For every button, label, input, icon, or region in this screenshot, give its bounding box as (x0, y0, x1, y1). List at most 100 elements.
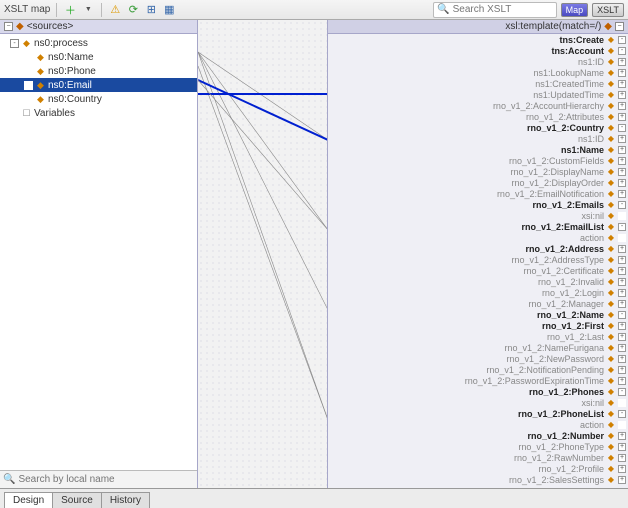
target-node[interactable]: tns:Create◆- (328, 34, 628, 45)
toggle-icon[interactable]: - (618, 223, 626, 231)
target-node[interactable]: rno_v1_2:Emails◆- (328, 199, 628, 210)
target-node[interactable]: rno_v1_2:EmailList◆- (328, 221, 628, 232)
warning-icon[interactable]: ⚠ (108, 3, 122, 17)
target-node[interactable]: rno_v1_2:Attributes◆+ (328, 111, 628, 122)
tree-icon[interactable]: ⊞ (144, 3, 158, 17)
target-node[interactable]: rno_v1_2:Number◆+ (328, 430, 628, 441)
target-node[interactable]: rno_v1_2:SalesSettings◆+ (328, 474, 628, 485)
toggle-icon[interactable]: + (618, 476, 626, 484)
toggle-icon[interactable]: + (618, 135, 626, 143)
target-node[interactable]: rno_v1_2:PasswordExpirationTime◆+ (328, 375, 628, 386)
target-node[interactable]: ns1:ID◆+ (328, 133, 628, 144)
toggle-icon[interactable] (618, 234, 626, 242)
toggle-icon[interactable]: + (618, 58, 626, 66)
toggle-icon[interactable] (24, 53, 33, 62)
toggle-icon[interactable]: + (618, 157, 626, 165)
toggle-icon[interactable]: + (618, 278, 626, 286)
target-node[interactable]: rno_v1_2:ServiceSettings◆+ (328, 485, 628, 486)
toggle-icon[interactable]: + (618, 267, 626, 275)
toggle-icon[interactable]: + (618, 113, 626, 121)
target-node[interactable]: rno_v1_2:AccountHierarchy◆+ (328, 100, 628, 111)
toggle-icon[interactable]: + (618, 432, 626, 440)
toggle-icon[interactable]: - (618, 410, 626, 418)
target-node[interactable]: ns1:Name◆+ (328, 144, 628, 155)
toggle-icon[interactable]: + (618, 355, 626, 363)
target-node[interactable]: rno_v1_2:Address◆+ (328, 243, 628, 254)
source-node[interactable]: ☐Variables (0, 106, 197, 120)
toggle-icon[interactable] (618, 421, 626, 429)
left-search[interactable]: 🔍 (0, 470, 197, 488)
target-node[interactable]: action◆ (328, 419, 628, 430)
collapse-icon[interactable]: − (615, 22, 624, 31)
toggle-icon[interactable]: - (618, 311, 626, 319)
target-tree[interactable]: tns:Create◆-tns:Account◆-ns1:ID◆+ns1:Loo… (328, 34, 628, 486)
toggle-icon[interactable]: + (618, 300, 626, 308)
top-search[interactable]: 🔍 (433, 2, 556, 18)
target-node[interactable]: tns:Account◆- (328, 45, 628, 56)
target-node[interactable]: rno_v1_2:First◆+ (328, 320, 628, 331)
toggle-icon[interactable]: + (618, 289, 626, 297)
toggle-icon[interactable]: - (618, 47, 626, 55)
toggle-icon[interactable] (618, 212, 626, 220)
collapse-icon[interactable]: − (4, 22, 13, 31)
toggle-icon[interactable]: + (618, 245, 626, 253)
toggle-icon[interactable]: + (618, 190, 626, 198)
target-node[interactable]: ns1:CreatedTime◆+ (328, 78, 628, 89)
target-node[interactable]: ns1:UpdatedTime◆+ (328, 89, 628, 100)
toggle-icon[interactable]: - (618, 36, 626, 44)
toggle-icon[interactable]: - (618, 201, 626, 209)
toggle-icon[interactable]: - (618, 124, 626, 132)
tab-source[interactable]: Source (52, 492, 102, 508)
target-node[interactable]: action◆ (328, 232, 628, 243)
source-node[interactable]: -◆ns0:process (0, 36, 197, 50)
tab-design[interactable]: Design (4, 492, 53, 508)
target-node[interactable]: xsi:nil◆ (328, 210, 628, 221)
toggle-icon[interactable]: - (10, 39, 19, 48)
toggle-icon[interactable]: + (618, 377, 626, 385)
toggle-icon[interactable]: + (618, 443, 626, 451)
target-node[interactable]: rno_v1_2:Manager◆+ (328, 298, 628, 309)
toggle-icon[interactable]: + (618, 69, 626, 77)
target-node[interactable]: rno_v1_2:RawNumber◆+ (328, 452, 628, 463)
target-node[interactable]: rno_v1_2:EmailNotification◆+ (328, 188, 628, 199)
source-node[interactable]: ◆ns0:Name (0, 50, 197, 64)
target-node[interactable]: rno_v1_2:NewPassword◆+ (328, 353, 628, 364)
target-node[interactable]: rno_v1_2:Certificate◆+ (328, 265, 628, 276)
toggle-icon[interactable]: + (618, 91, 626, 99)
target-node[interactable]: rno_v1_2:Phones◆- (328, 386, 628, 397)
target-node[interactable]: rno_v1_2:NotificationPending◆+ (328, 364, 628, 375)
search-input[interactable] (453, 4, 553, 15)
dropdown-icon[interactable]: ▼ (81, 3, 95, 17)
toggle-icon[interactable] (24, 81, 33, 90)
toggle-icon[interactable] (10, 109, 19, 118)
toggle-icon[interactable]: - (618, 388, 626, 396)
toggle-icon[interactable]: + (618, 179, 626, 187)
target-node[interactable]: rno_v1_2:Invalid◆+ (328, 276, 628, 287)
target-node[interactable]: rno_v1_2:PhoneList◆- (328, 408, 628, 419)
toggle-icon[interactable]: + (618, 333, 626, 341)
target-node[interactable]: ns1:LookupName◆+ (328, 67, 628, 78)
toggle-icon[interactable]: + (618, 465, 626, 473)
toggle-icon[interactable]: + (618, 366, 626, 374)
target-node[interactable]: rno_v1_2:AddressType◆+ (328, 254, 628, 265)
toggle-icon[interactable]: + (618, 454, 626, 462)
map-button[interactable]: Map (561, 3, 589, 17)
target-node[interactable]: ns1:ID◆+ (328, 56, 628, 67)
target-node[interactable]: rno_v1_2:Country◆- (328, 122, 628, 133)
toggle-icon[interactable]: + (618, 256, 626, 264)
toggle-icon[interactable]: + (618, 80, 626, 88)
target-node[interactable]: rno_v1_2:Profile◆+ (328, 463, 628, 474)
toggle-icon[interactable] (24, 67, 33, 76)
left-search-input[interactable] (18, 474, 194, 485)
target-node[interactable]: rno_v1_2:DisplayName◆+ (328, 166, 628, 177)
source-node[interactable]: ◆ns0:Phone (0, 64, 197, 78)
source-tree[interactable]: -◆ns0:process◆ns0:Name◆ns0:Phone◆ns0:Ema… (0, 34, 197, 470)
target-node[interactable]: rno_v1_2:PhoneType◆+ (328, 441, 628, 452)
toggle-icon[interactable]: + (618, 146, 626, 154)
toggle-icon[interactable] (24, 95, 33, 104)
target-node[interactable]: xsi:nil◆ (328, 397, 628, 408)
target-node[interactable]: rno_v1_2:CustomFields◆+ (328, 155, 628, 166)
mapping-canvas[interactable] (198, 20, 328, 488)
source-node[interactable]: ◆ns0:Email (0, 78, 197, 92)
toggle-icon[interactable] (618, 399, 626, 407)
